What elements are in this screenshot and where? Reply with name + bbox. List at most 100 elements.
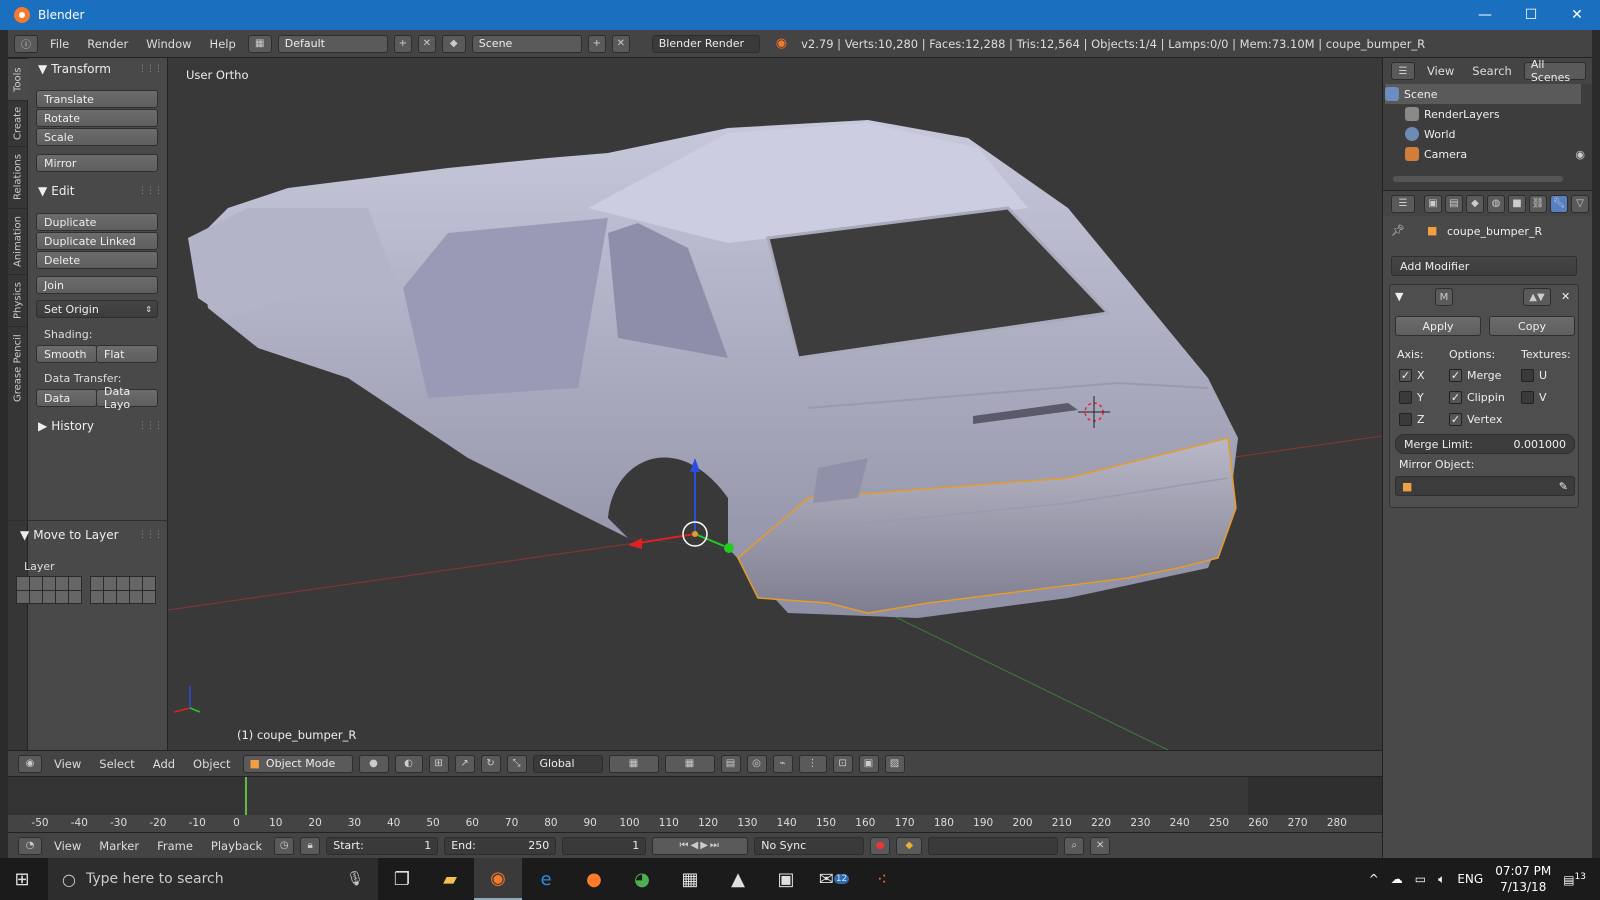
transform-panel-header[interactable]: ▼ Transform ⋮⋮⋮	[38, 62, 163, 76]
flat-button[interactable]: Flat	[96, 345, 158, 363]
tab-relations[interactable]: Relations	[8, 146, 28, 208]
timeline-editor-icon[interactable]: ◔	[18, 836, 42, 855]
onedrive-icon[interactable]: ☁	[1391, 872, 1403, 886]
duplicate-linked-button[interactable]: Duplicate Linked	[36, 232, 158, 250]
merge-limit-field[interactable]: Merge Limit: 0.001000	[1395, 434, 1575, 454]
modifier-collapse-icon[interactable]: ▼	[1395, 290, 1403, 303]
tab-physics[interactable]: Physics	[8, 274, 28, 326]
tab-create[interactable]: Create	[8, 100, 28, 146]
properties-editor-icon[interactable]: ☰	[1391, 194, 1415, 213]
eyedropper-icon[interactable]: ✎	[1559, 480, 1568, 493]
clipping-checkbox[interactable]: ✓	[1449, 391, 1462, 404]
tab-grease-pencil[interactable]: Grease Pencil	[8, 326, 28, 410]
move-modifier-icon[interactable]: ▲▼	[1523, 288, 1551, 306]
layer-grid-left[interactable]	[16, 576, 82, 604]
move-to-layer-panel-header[interactable]: ▼ Move to Layer ⋮⋮⋮	[20, 528, 163, 542]
app-dots-icon[interactable]: ⁖	[858, 858, 906, 900]
grip-icon[interactable]: ⋮⋮⋮	[138, 421, 163, 431]
keyframe-icon[interactable]: ◆	[896, 836, 923, 855]
add-layout-icon[interactable]: +	[393, 34, 412, 53]
info-editor-type-icon[interactable]: ⓘ	[14, 34, 38, 53]
record-icon[interactable]: ●	[870, 836, 891, 855]
grip-icon[interactable]: ⋮⋮⋮	[138, 186, 163, 196]
object-tab-icon[interactable]: ■	[1508, 194, 1526, 213]
scale-manipulator-icon[interactable]: ⤡	[506, 754, 527, 773]
screen-layout-icon[interactable]: ▦	[247, 34, 272, 53]
snap-icon[interactable]: ⌁	[772, 754, 793, 773]
axis-z-checkbox[interactable]	[1399, 413, 1412, 426]
end-frame-field[interactable]: End: 250	[444, 836, 557, 855]
texture-u-checkbox[interactable]	[1521, 369, 1534, 382]
snap-element-icon[interactable]: ⋮	[798, 754, 827, 773]
rotate-button[interactable]: Rotate	[36, 109, 158, 127]
remove-scene-icon[interactable]: ✕	[611, 34, 630, 53]
modifiers-tab-icon[interactable]: 🔧︎	[1550, 194, 1568, 213]
vertex-checkbox[interactable]: ✓	[1449, 413, 1462, 426]
outliner-row-renderlayers[interactable]: RenderLayers	[1405, 104, 1600, 124]
sync-select[interactable]: No Sync	[754, 836, 865, 855]
scale-button[interactable]: Scale	[36, 128, 158, 146]
lock-icon[interactable]: 🔒︎	[300, 836, 321, 855]
start-button[interactable]: ⊞	[0, 858, 44, 900]
render-tab-icon[interactable]: ▣	[1424, 194, 1442, 213]
keying-set-field[interactable]	[928, 836, 1059, 855]
clock[interactable]: 07:07 PM 7/13/18	[1495, 863, 1551, 895]
scene-field[interactable]: Scene	[471, 34, 582, 53]
manipulator-toggle-icon[interactable]: ⊞	[428, 754, 449, 773]
orientation-select[interactable]: Global	[532, 754, 603, 773]
outliner-row-world[interactable]: World	[1405, 124, 1600, 144]
viewport-shading-icon[interactable]: ●	[358, 754, 389, 773]
mode-select[interactable]: ■ Object Mode	[242, 754, 353, 773]
add-scene-icon[interactable]: +	[587, 34, 606, 53]
scene-tab-icon[interactable]: ◆	[1466, 194, 1484, 213]
insert-keyframe-icon[interactable]: ⌕	[1064, 836, 1085, 855]
photos-icon[interactable]: ▲	[714, 858, 762, 900]
outliner-menu-view[interactable]: View	[1421, 62, 1460, 80]
proportional-edit-icon[interactable]: ◎	[746, 754, 767, 773]
pin-icon[interactable]: 📌︎	[1391, 224, 1405, 237]
rotate-manipulator-icon[interactable]: ↻	[480, 754, 501, 773]
menu-view[interactable]: View	[48, 755, 87, 773]
mail-icon[interactable]: ✉ 12	[810, 858, 858, 900]
file-explorer-icon[interactable]: ▰	[426, 858, 474, 900]
render-engine-select[interactable]: Blender Render	[651, 34, 760, 53]
task-view-icon[interactable]: ❐	[378, 858, 426, 900]
remove-layout-icon[interactable]: ✕	[417, 34, 436, 53]
edit-panel-header[interactable]: ▼ Edit ⋮⋮⋮	[38, 184, 163, 198]
timeline[interactable]: -50 -40 -30 -20 -10 0 10 20 30 40 50 60 70 80 90 100 110…	[8, 776, 1382, 833]
menu-render[interactable]: Render	[81, 35, 134, 53]
tab-animation[interactable]: Animation	[8, 208, 28, 274]
screen-layout-field[interactable]: Default	[277, 34, 388, 53]
mirror-object-field[interactable]: ■ ✎	[1395, 476, 1575, 496]
menu-select[interactable]: Select	[93, 755, 140, 773]
delete-keyframe-icon[interactable]: ✕	[1090, 836, 1111, 855]
lock-layers-icon[interactable]: ▤	[720, 754, 741, 773]
menu-help[interactable]: Help	[204, 35, 242, 53]
delete-button[interactable]: Delete	[36, 251, 158, 269]
outliner-row-camera[interactable]: Camera ◉	[1405, 144, 1600, 164]
menu-window[interactable]: Window	[140, 35, 197, 53]
maximize-button[interactable]: ☐	[1508, 0, 1554, 30]
layer-grid-right[interactable]	[90, 576, 156, 604]
camera-icon[interactable]: ▣	[858, 754, 879, 773]
network-icon[interactable]: ▭	[1415, 872, 1426, 886]
blender-taskbar-icon[interactable]: ◉	[474, 858, 522, 900]
menu-file[interactable]: File	[44, 35, 75, 53]
timeline-menu-frame[interactable]: Frame	[151, 837, 199, 855]
scene-icon[interactable]: ◆	[441, 34, 466, 53]
pivot-point-icon[interactable]: ◐	[394, 754, 423, 773]
texture-v-checkbox[interactable]	[1521, 391, 1534, 404]
playback-controls[interactable]: ⏮◀▶⏭	[652, 836, 749, 855]
menu-object[interactable]: Object	[187, 755, 236, 773]
data-layout-button[interactable]: Data Layo	[96, 385, 158, 411]
set-origin-select[interactable]: Set Origin ⇕	[36, 300, 158, 318]
renderlayers-tab-icon[interactable]: ▤	[1445, 194, 1463, 213]
tab-tools[interactable]: Tools	[8, 58, 28, 100]
current-frame-marker[interactable]	[245, 777, 247, 815]
layers-grid-icon[interactable]: ▦	[664, 754, 715, 773]
layers-grid-icon[interactable]: ▦	[608, 754, 659, 773]
edge-icon[interactable]: e	[522, 858, 570, 900]
chrome-icon[interactable]: ◕	[618, 858, 666, 900]
language-indicator[interactable]: ENG	[1457, 872, 1483, 886]
preview-range-icon[interactable]: ◷	[274, 836, 295, 855]
